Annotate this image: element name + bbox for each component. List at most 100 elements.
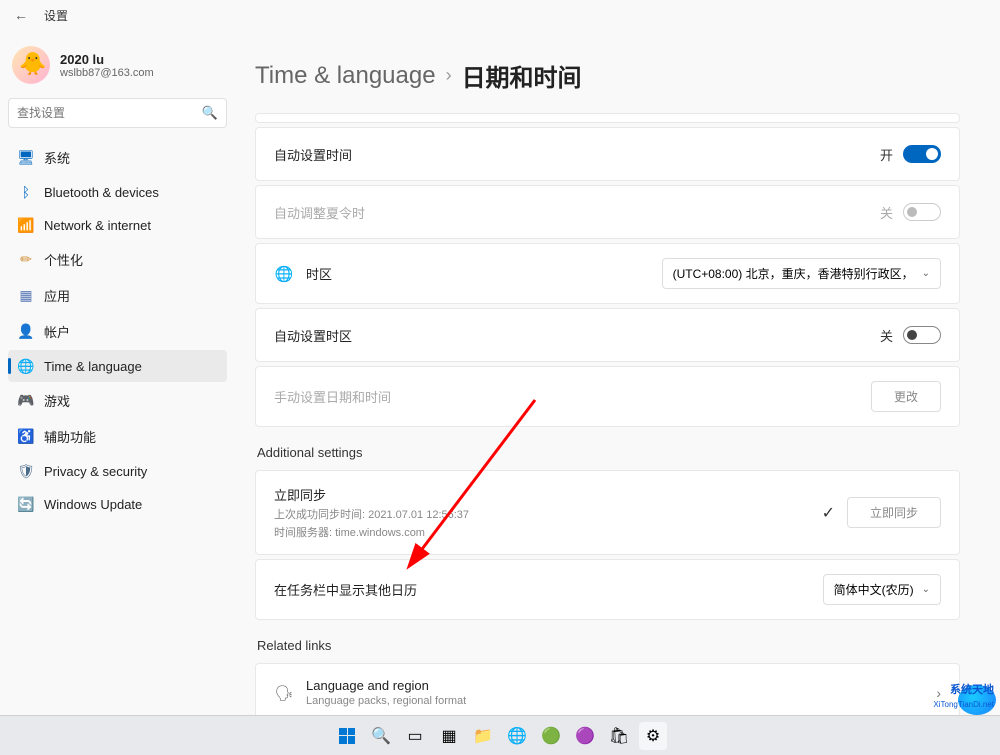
row-label: 自动设置时区: [274, 326, 868, 345]
sidebar-item-label: 帐户: [44, 322, 70, 341]
row-dst: 自动调整夏令时 关: [255, 185, 960, 239]
sidebar-item-system[interactable]: 🖥 系统: [8, 140, 227, 175]
sync-last: 上次成功同步时间: 2021.07.01 12:56:37: [274, 506, 810, 522]
system-icon: 🖥: [18, 150, 34, 166]
sidebar-item-apps[interactable]: ▦ 应用: [8, 278, 227, 313]
row-additional-calendars[interactable]: 在任务栏中显示其他日历 简体中文(农历) ⌄: [255, 559, 960, 620]
gaming-icon: 🎮: [18, 393, 34, 409]
chevron-right-icon: ›: [936, 685, 941, 701]
breadcrumb-parent[interactable]: Time & language: [255, 62, 436, 90]
sidebar-item-privacy[interactable]: 🛡Privacy & security: [8, 455, 227, 487]
sidebar-item-label: Privacy & security: [44, 464, 147, 479]
search-icon[interactable]: 🔍: [367, 722, 395, 750]
row-label: 手动设置日期和时间: [274, 387, 859, 406]
section-additional-settings: Additional settings: [257, 445, 960, 460]
chrome-icon[interactable]: 🟢: [537, 722, 565, 750]
sidebar-item-label: Time & language: [44, 359, 142, 374]
personalize-icon: ✏: [18, 252, 34, 268]
card-top-sliver: [255, 113, 960, 123]
row-language-region[interactable]: 🗣 Language and region Language packs, re…: [255, 663, 960, 722]
sidebar-item-time-language[interactable]: 🌐Time & language: [8, 350, 227, 382]
sidebar-item-label: 个性化: [44, 250, 83, 269]
timezone-dropdown[interactable]: (UTC+08:00) 北京，重庆，香港特别行政区， ⌄: [662, 258, 941, 289]
page-title: 日期和时间: [462, 58, 582, 93]
row-auto-time[interactable]: 自动设置时间 开: [255, 127, 960, 181]
chevron-right-icon: ›: [446, 65, 452, 86]
app-icon[interactable]: 🟣: [571, 722, 599, 750]
dropdown-value: 简体中文(农历): [834, 581, 914, 598]
task-view-icon[interactable]: ▭: [401, 722, 429, 750]
row-label: 自动设置时间: [274, 145, 868, 164]
explorer-icon[interactable]: 📁: [469, 722, 497, 750]
row-auto-timezone[interactable]: 自动设置时区 关: [255, 308, 960, 362]
sidebar-item-label: Windows Update: [44, 497, 142, 512]
search-input[interactable]: [17, 106, 202, 120]
row-label: 自动调整夏令时: [274, 203, 868, 222]
user-block[interactable]: 2020 lu wslbb87@163.com: [8, 38, 227, 98]
row-label: 在任务栏中显示其他日历: [274, 580, 811, 599]
toggle-label: 开: [880, 145, 893, 164]
calendar-dropdown[interactable]: 简体中文(农历) ⌄: [823, 574, 941, 605]
widgets-icon[interactable]: ▦: [435, 722, 463, 750]
toggle-label: 关: [880, 326, 893, 345]
language-icon: 🗣: [274, 684, 294, 702]
watermark-brand: 系统天地: [950, 681, 994, 697]
avatar: [12, 46, 50, 84]
toggle-auto-time[interactable]: [903, 145, 941, 163]
row-label: 时区: [306, 264, 650, 283]
start-button[interactable]: [333, 722, 361, 750]
sidebar-item-personalize[interactable]: ✏ 个性化: [8, 242, 227, 277]
user-name: 2020 lu: [60, 52, 154, 67]
toggle-label: 关: [880, 203, 893, 222]
watermark-url: XiTongTianDi.net: [933, 700, 994, 709]
sidebar-item-label: 辅助功能: [44, 427, 96, 446]
edge-icon[interactable]: 🌐: [503, 722, 531, 750]
link-title: Language and region: [306, 678, 924, 693]
sidebar: 2020 lu wslbb87@163.com 🔍 🖥 系统 ᛒ Bluetooth …: [0, 30, 235, 755]
sidebar-item-gaming[interactable]: 🎮 游戏: [8, 383, 227, 418]
sidebar-item-update[interactable]: 🔄 Windows Update: [8, 488, 227, 520]
breadcrumb: Time & language › 日期和时间: [255, 58, 960, 93]
sync-title: 立即同步: [274, 485, 810, 504]
search-box[interactable]: 🔍: [8, 98, 227, 128]
update-icon: 🔄: [18, 496, 34, 512]
sidebar-item-bluetooth[interactable]: ᛒ Bluetooth & devices: [8, 176, 227, 208]
back-button[interactable]: ←: [14, 7, 28, 23]
sidebar-item-network[interactable]: 📶 Network & internet: [8, 209, 227, 241]
apps-icon: ▦: [18, 288, 34, 304]
network-icon: 📶: [18, 217, 34, 233]
chevron-down-icon: ⌄: [922, 268, 930, 279]
settings-icon[interactable]: ⚙: [639, 722, 667, 750]
chevron-down-icon: ⌄: [922, 584, 930, 595]
titlebar: ← 设置: [0, 0, 1000, 30]
search-icon: 🔍: [202, 105, 218, 121]
sidebar-item-label: 应用: [44, 286, 70, 305]
row-timezone[interactable]: 🌐 时区 (UTC+08:00) 北京，重庆，香港特别行政区， ⌄: [255, 243, 960, 304]
main-content: Time & language › 日期和时间 自动设置时间 开 自动调整夏令时…: [235, 30, 1000, 755]
sync-now-button[interactable]: 立即同步: [847, 497, 941, 528]
toggle-auto-tz[interactable]: [903, 326, 941, 344]
globe-icon: 🌐: [274, 265, 294, 283]
sidebar-item-label: Network & internet: [44, 218, 151, 233]
sidebar-item-label: 系统: [44, 148, 70, 167]
row-sync-now: 立即同步 上次成功同步时间: 2021.07.01 12:56:37 时间服务器…: [255, 470, 960, 555]
bluetooth-icon: ᛒ: [18, 184, 34, 200]
user-email: wslbb87@163.com: [60, 67, 154, 79]
sidebar-item-accounts[interactable]: 👤 帐户: [8, 314, 227, 349]
link-sub: Language packs, regional format: [306, 695, 924, 707]
sidebar-item-accessibility[interactable]: ♿ 辅助功能: [8, 419, 227, 454]
row-manual-datetime: 手动设置日期和时间 更改: [255, 366, 960, 427]
section-related-links: Related links: [257, 638, 960, 653]
change-button[interactable]: 更改: [871, 381, 941, 412]
app-title: 设置: [44, 7, 68, 24]
accounts-icon: 👤: [18, 324, 34, 340]
accessibility-icon: ♿: [18, 429, 34, 445]
store-icon[interactable]: 🛍: [605, 722, 633, 750]
taskbar[interactable]: 🔍 ▭ ▦ 📁 🌐 🟢 🟣 🛍 ⚙: [0, 715, 1000, 755]
sidebar-item-label: 游戏: [44, 391, 70, 410]
toggle-dst: [903, 203, 941, 221]
dropdown-value: (UTC+08:00) 北京，重庆，香港特别行政区，: [673, 265, 914, 282]
nav-list: 🖥 系统 ᛒ Bluetooth & devices 📶 Network & intern…: [8, 140, 227, 520]
sync-server: 时间服务器: time.windows.com: [274, 524, 810, 540]
sidebar-item-label: Bluetooth & devices: [44, 185, 159, 200]
